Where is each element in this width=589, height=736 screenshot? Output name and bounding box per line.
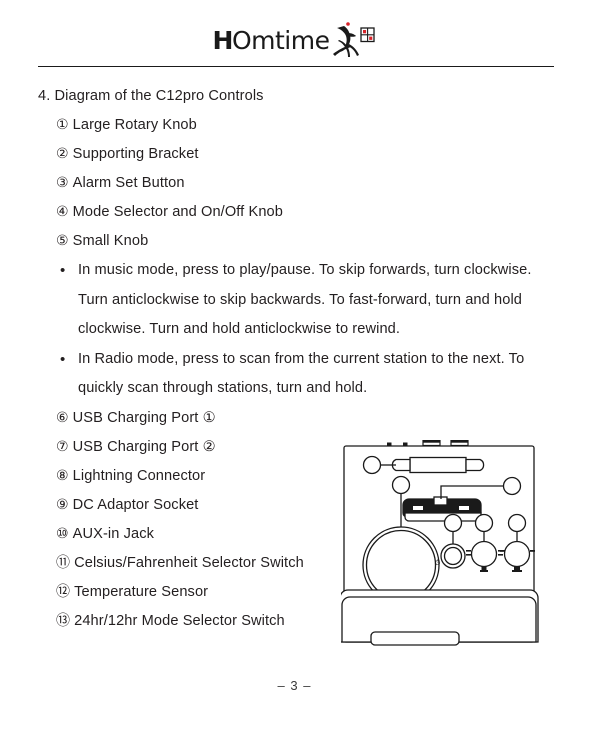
page-number: – 3 – <box>277 678 312 693</box>
list-label: USB Charging Port ② <box>72 438 216 455</box>
logo-letters-rest: Omtime <box>231 25 330 55</box>
page-header: HOmtime <box>0 0 589 68</box>
list-marker: ⑥ <box>56 409 69 426</box>
front-panel <box>341 589 539 646</box>
list-item: ① Large Rotary Knob <box>56 111 589 140</box>
list-marker: ⑤ <box>56 233 69 249</box>
list-item: ⑤ Small Knob <box>56 227 589 256</box>
brush-calligraphy-mark-icon <box>330 20 376 58</box>
list-item: ③ Alarm Set Button <box>56 169 589 198</box>
top-edge-ports <box>387 440 469 447</box>
list-label: Alarm Set Button <box>72 175 185 191</box>
list-item: ⑥ USB Charging Port ① <box>56 404 589 433</box>
list-label: Supporting Bracket <box>72 146 199 162</box>
list-label: DC Adaptor Socket <box>72 496 199 513</box>
list-label: Large Rotary Knob <box>72 117 197 133</box>
list-label: Mode Selector and On/Off Knob <box>72 204 283 220</box>
alarm-set-button <box>440 543 466 569</box>
list-marker: ⑬ <box>56 612 71 629</box>
logo-letter-h: H <box>212 25 234 55</box>
list-marker: ⑫ <box>56 583 71 600</box>
lightning-connector-dock <box>402 496 482 522</box>
bullet-paragraph-radio-mode: • In Radio mode, press to scan from the … <box>56 345 554 404</box>
list-marker: ⑧ <box>56 467 69 484</box>
list-item: ② Supporting Bracket <box>56 140 589 169</box>
callout-5 <box>507 513 527 533</box>
list-marker: ④ <box>56 204 69 220</box>
supporting-bracket <box>391 456 485 474</box>
controls-list-upper: ① Large Rotary Knob ② Supporting Bracket… <box>0 111 589 256</box>
list-marker: ① <box>56 117 69 133</box>
logo-wordmark: HOmtime <box>213 28 330 53</box>
bullet-dot-icon: • <box>60 262 66 279</box>
list-label: AUX-in Jack <box>72 525 155 542</box>
list-marker: ⑪ <box>56 554 71 571</box>
list-marker: ② <box>56 146 69 162</box>
bullet-paragraph-music-mode: • In music mode, press to play/pause. To… <box>56 256 554 345</box>
list-marker: ③ <box>56 175 69 191</box>
bullet-dot-icon: • <box>60 350 66 368</box>
callout-4 <box>474 513 494 533</box>
list-label: Celsius/Fahrenheit Selector Switch <box>74 554 304 571</box>
list-marker: ⑨ <box>56 496 69 513</box>
bullet-text: In Radio mode, press to scan from the cu… <box>78 350 525 397</box>
list-marker: ⑩ <box>56 525 69 542</box>
header-divider <box>38 66 554 67</box>
alarm-icon-glyph: ⏱ <box>435 559 441 567</box>
list-item: ④ Mode Selector and On/Off Knob <box>56 198 589 227</box>
list-label: Small Knob <box>72 233 149 249</box>
list-label: Temperature Sensor <box>74 583 209 600</box>
bullet-text: In music mode, press to play/pause. To s… <box>78 262 532 337</box>
device-diagram: ⏱ <box>341 440 545 652</box>
brand-logo: HOmtime <box>0 18 589 60</box>
list-label: Lightning Connector <box>72 467 206 484</box>
section-heading: 4. Diagram of the C12pro Controls <box>38 88 264 104</box>
list-label: 24hr/12hr Mode Selector Switch <box>74 612 285 629</box>
list-marker: ⑦ <box>56 438 69 455</box>
list-label: USB Charging Port ① <box>72 409 216 426</box>
